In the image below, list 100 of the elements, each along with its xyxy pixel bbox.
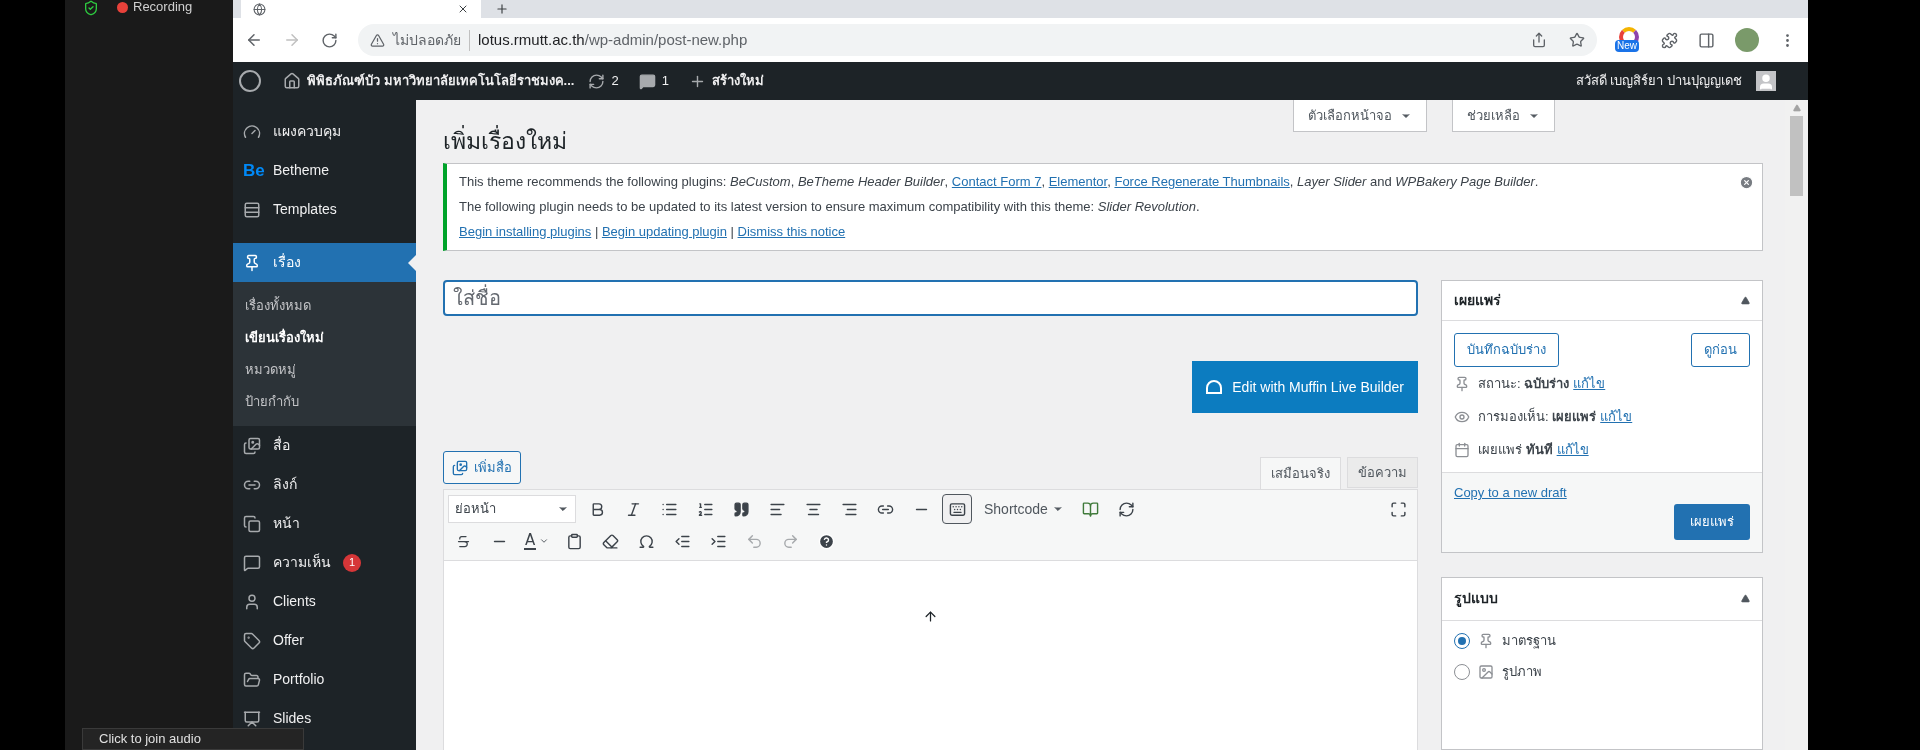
slides-icon xyxy=(243,709,261,728)
media-icon xyxy=(243,436,261,455)
publish-info-text: เผยแพร่ ทันที xyxy=(1478,441,1553,460)
sidebar-item[interactable]: Be Betheme xyxy=(233,151,416,190)
recording-label: Recording xyxy=(133,0,193,14)
address-bar[interactable]: ไม่ปลอดภัย lotus.rmutt.ac.th/wp-admin/post-new.php xyxy=(358,24,1597,56)
home-icon[interactable] xyxy=(283,72,301,90)
text-color-button[interactable]: A xyxy=(520,526,554,556)
rows-icon xyxy=(243,200,261,219)
keyboard-icon[interactable] xyxy=(942,494,972,524)
submenu-item[interactable]: เขียนเรื่องใหม่ xyxy=(233,322,416,354)
notice-link[interactable]: Begin updating plugin xyxy=(601,224,727,239)
comments-icon[interactable] xyxy=(638,72,656,90)
pin-icon xyxy=(243,253,261,272)
sidebar-item[interactable]: ความเห็น 1 xyxy=(233,543,416,582)
tag-icon xyxy=(243,631,261,650)
user-icon xyxy=(243,592,261,611)
copy-draft-link[interactable]: Copy to a new draft xyxy=(1454,483,1567,503)
notice-text: This theme recommends the following plugins: BeCustom, BeTheme Header Builder, Contact Form 7, Elementor, Force Regenerate Thumbnails, Layer Slider and WPBakery Page Builder. xyxy=(459,173,1540,191)
back-icon[interactable] xyxy=(245,31,263,49)
edit-link[interactable]: แก้ไข xyxy=(1556,440,1589,460)
side-panel-icon[interactable] xyxy=(1698,31,1715,49)
sidebar-item[interactable]: Templates xyxy=(233,190,416,229)
url-text: lotus.rmutt.ac.th/wp-admin/post-new.php xyxy=(478,29,748,50)
title-field[interactable]: ใส่ชื่อ xyxy=(443,280,1418,316)
collapse-icon[interactable] xyxy=(1741,296,1750,305)
notice-text: Begin installing plugins | Begin updating plugin | Dismiss this notice xyxy=(459,223,847,241)
greeting-link[interactable]: สวัสดี เบญสิร์ยา ปานปุญญเดช xyxy=(1575,71,1742,91)
share-icon[interactable] xyxy=(1531,32,1547,48)
publish-info-text: การมองเห็น: เผยแพร่ xyxy=(1478,407,1597,427)
sidebar-item[interactable]: สื่อ xyxy=(233,426,416,465)
editor-tab[interactable]: ข้อความ xyxy=(1347,457,1418,488)
panel-title: เผยแพร่ xyxy=(1454,291,1501,310)
sidebar-item[interactable]: หน้า xyxy=(233,504,416,543)
publish-button[interactable]: เผยแพร่ xyxy=(1674,503,1750,540)
notice-link[interactable]: Contact Form 7 xyxy=(951,174,1042,189)
globe-icon xyxy=(253,2,266,16)
folder-icon xyxy=(243,670,261,689)
edit-link[interactable]: แก้ไข xyxy=(1573,374,1606,394)
format-option-label: มาตรฐาน xyxy=(1502,632,1556,651)
media-icon xyxy=(452,459,468,476)
close-icon[interactable] xyxy=(457,3,469,15)
updates-icon[interactable] xyxy=(588,72,606,90)
pin-icon xyxy=(1478,633,1494,649)
caret-icon xyxy=(539,536,550,546)
add-media-button[interactable]: เพิ่มสื่อ xyxy=(443,451,521,484)
scrollbar-thumb[interactable] xyxy=(1790,116,1803,196)
muffin-builder-button[interactable]: Edit with Muffin Live Builder xyxy=(1192,361,1418,413)
save-draft-button[interactable]: บันทึกฉบับร่าง xyxy=(1454,333,1559,367)
submenu-item[interactable]: เรื่องทั้งหมด xyxy=(233,290,416,322)
shield-icon xyxy=(83,0,99,16)
puzzle-icon[interactable] xyxy=(1661,31,1678,49)
collapse-icon[interactable] xyxy=(1741,594,1750,603)
comments-count: 1 xyxy=(661,72,669,91)
sidebar-item[interactable]: เรื่อง xyxy=(233,243,416,282)
dismiss-icon[interactable] xyxy=(1739,175,1754,190)
preview-button[interactable]: ดูก่อน xyxy=(1691,333,1750,367)
screen-tab-button[interactable]: ตัวเลือกหน้าจอ xyxy=(1293,100,1427,132)
comment-icon xyxy=(243,553,261,572)
gauge-icon xyxy=(243,122,261,141)
notice-link[interactable]: Force Regenerate Thumbnails xyxy=(1114,174,1290,189)
sidebar-item[interactable]: Clients xyxy=(233,582,416,621)
editor-tab[interactable]: เสมือนจริง xyxy=(1260,457,1341,490)
new-badge: New xyxy=(1615,40,1639,52)
site-name-link[interactable]: พิพิธภัณฑ์บัว มหาวิทยาลัยเทคโนโลยีราชมงค... xyxy=(307,71,575,91)
new-content-link[interactable]: สร้างใหม่ xyxy=(711,71,764,91)
edit-link[interactable]: แก้ไข xyxy=(1600,407,1633,427)
publish-info-text: สถานะ: ฉบับร่าง xyxy=(1478,375,1570,394)
updates-count: 2 xyxy=(611,72,619,91)
security-label: ไม่ปลอดภัย xyxy=(393,29,470,51)
reload-icon[interactable] xyxy=(321,31,338,49)
notice-link[interactable]: Dismiss this notice xyxy=(737,224,846,239)
pages-icon xyxy=(243,514,261,533)
warning-icon xyxy=(370,32,385,48)
shortcode-dropdown[interactable]: Shortcode xyxy=(978,494,1070,524)
format-select[interactable]: ย่อหน้า xyxy=(448,495,576,523)
bookmark-star-icon[interactable] xyxy=(1569,32,1585,48)
count-badge: 1 xyxy=(343,553,361,572)
submenu-item[interactable]: ป้ายกำกับ xyxy=(233,386,416,418)
audio-tooltip[interactable]: Click to join audio xyxy=(82,728,304,750)
sidebar-item[interactable]: แผงควบคุม xyxy=(233,112,416,151)
submenu-item[interactable]: หมวดหมู่ xyxy=(233,354,416,386)
current-indicator xyxy=(408,255,416,271)
wordpress-logo-icon[interactable] xyxy=(239,70,261,92)
profile-avatar[interactable] xyxy=(1735,28,1759,52)
notice-link[interactable]: Elementor xyxy=(1048,174,1108,189)
muffin-icon xyxy=(1206,380,1223,394)
panel-title: รูปแบบ xyxy=(1454,589,1498,609)
eye-icon xyxy=(1454,409,1470,425)
new-tab-icon[interactable] xyxy=(495,2,509,16)
format-option-label: รูปภาพ xyxy=(1502,663,1542,682)
sidebar-item[interactable]: ลิงก์ xyxy=(233,465,416,504)
sidebar-item[interactable]: Offer xyxy=(233,621,416,660)
screen-tab-button[interactable]: ช่วยเหลือ xyxy=(1452,100,1555,132)
image-icon xyxy=(1478,664,1494,680)
pin-icon xyxy=(1454,376,1470,392)
notice-link[interactable]: Begin installing plugins xyxy=(459,224,592,239)
calendar-icon xyxy=(1454,442,1470,458)
notice-text: The following plugin needs to be updated to its latest version to ensure maximum compatibility with this theme: Slider Revolution. xyxy=(459,198,1201,216)
sidebar-item[interactable]: Portfolio xyxy=(233,660,416,699)
